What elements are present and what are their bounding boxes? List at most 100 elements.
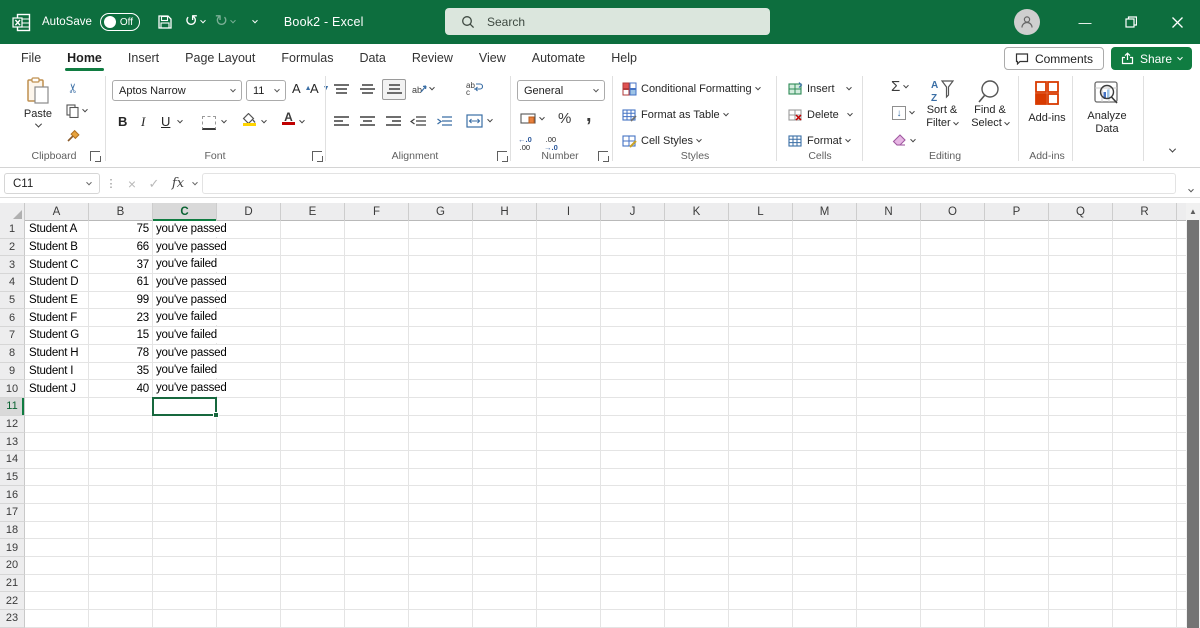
percent-style-button[interactable]: %: [558, 110, 571, 127]
paste-button[interactable]: Paste: [16, 77, 60, 149]
cell-B19[interactable]: [89, 539, 153, 558]
cell-O18[interactable]: [921, 521, 985, 540]
row-header-17[interactable]: 17: [0, 504, 25, 522]
cell-R6[interactable]: [1113, 309, 1177, 328]
cell-R11[interactable]: [1113, 397, 1177, 416]
cell-J18[interactable]: [601, 521, 665, 540]
cell-I14[interactable]: [537, 450, 601, 469]
cell-O14[interactable]: [921, 450, 985, 469]
cell-A19[interactable]: [25, 539, 89, 558]
cell-N2[interactable]: [857, 238, 921, 257]
row-header-15[interactable]: 15: [0, 468, 25, 487]
cell-partial-21[interactable]: [1177, 575, 1186, 593]
search-input[interactable]: Search: [445, 8, 770, 35]
row-header-21[interactable]: 21: [0, 574, 25, 593]
cell-G22[interactable]: [409, 592, 473, 611]
cell-Q10[interactable]: [1049, 380, 1113, 398]
cell-J12[interactable]: [601, 415, 665, 434]
cell-M7[interactable]: [793, 327, 857, 345]
copy-button[interactable]: [66, 104, 88, 118]
cell-K1[interactable]: [665, 221, 729, 239]
cell-K18[interactable]: [665, 521, 729, 540]
column-header-r[interactable]: R: [1113, 203, 1177, 221]
font-name-combo[interactable]: Aptos Narrow: [112, 80, 242, 101]
font-color-button[interactable]: A: [282, 111, 295, 125]
cell-D23[interactable]: [217, 610, 281, 628]
cell-Q22[interactable]: [1049, 592, 1113, 611]
cell-I8[interactable]: [537, 344, 601, 363]
cell-E2[interactable]: [281, 238, 345, 257]
cell-C10[interactable]: you've passed: [153, 380, 227, 398]
cell-R18[interactable]: [1113, 521, 1177, 540]
row-header-6[interactable]: 6: [0, 309, 25, 328]
cell-D15[interactable]: [217, 468, 281, 487]
cell-A21[interactable]: [25, 574, 89, 593]
cell-partial-3[interactable]: [1177, 256, 1186, 275]
cell-H5[interactable]: [473, 291, 537, 310]
cell-H8[interactable]: [473, 344, 537, 363]
add-ins-button[interactable]: Add-ins: [1024, 80, 1070, 125]
cell-R8[interactable]: [1113, 344, 1177, 363]
cell-H16[interactable]: [473, 486, 537, 504]
cell-L14[interactable]: [729, 450, 793, 469]
cell-B3[interactable]: 37: [89, 256, 153, 275]
cell-A5[interactable]: Student E: [25, 291, 89, 310]
cell-D2[interactable]: [217, 238, 281, 257]
row-header-19[interactable]: 19: [0, 539, 25, 558]
cell-P14[interactable]: [985, 450, 1049, 469]
cell-Q21[interactable]: [1049, 574, 1113, 593]
cell-H20[interactable]: [473, 557, 537, 575]
row-header-10[interactable]: 10: [0, 380, 25, 398]
cell-F8[interactable]: [345, 344, 409, 363]
cell-J11[interactable]: [601, 397, 665, 416]
cell-M12[interactable]: [793, 415, 857, 434]
cell-E7[interactable]: [281, 327, 345, 345]
cell-I5[interactable]: [537, 291, 601, 310]
cell-P1[interactable]: [985, 221, 1049, 239]
insert-function-dropdown[interactable]: [189, 173, 201, 194]
cell-C2[interactable]: you've passed: [153, 238, 227, 257]
cell-N11[interactable]: [857, 397, 921, 416]
cell-L3[interactable]: [729, 256, 793, 275]
clipboard-dialog-launcher[interactable]: [90, 151, 101, 162]
cell-K17[interactable]: [665, 504, 729, 522]
cell-F19[interactable]: [345, 539, 409, 558]
cell-Q4[interactable]: [1049, 274, 1113, 292]
cell-P22[interactable]: [985, 592, 1049, 611]
formula-input[interactable]: [202, 173, 1176, 194]
cell-K23[interactable]: [665, 610, 729, 628]
cell-F18[interactable]: [345, 521, 409, 540]
cell-K19[interactable]: [665, 539, 729, 558]
minimize-button[interactable]: —: [1062, 0, 1108, 44]
cell-P8[interactable]: [985, 344, 1049, 363]
sort-filter-button[interactable]: A Z Sort & Filter: [920, 78, 964, 130]
decrease-indent-button[interactable]: [410, 116, 426, 127]
account-avatar[interactable]: [1014, 9, 1040, 35]
cell-M18[interactable]: [793, 521, 857, 540]
increase-indent-button[interactable]: [436, 116, 452, 127]
cell-R9[interactable]: [1113, 362, 1177, 381]
name-box[interactable]: C11: [4, 173, 100, 194]
cell-B18[interactable]: [89, 521, 153, 540]
undo-button[interactable]: ↺: [180, 0, 210, 44]
enter-button[interactable]: ✓: [144, 173, 164, 194]
cell-E16[interactable]: [281, 486, 345, 504]
column-header-l[interactable]: L: [729, 203, 793, 221]
save-button[interactable]: [150, 0, 180, 44]
insert-cells-button[interactable]: Insert: [788, 82, 852, 96]
cell-F15[interactable]: [345, 468, 409, 487]
cell-C15[interactable]: [153, 468, 217, 487]
row-header-16[interactable]: 16: [0, 486, 25, 504]
cell-F23[interactable]: [345, 610, 409, 628]
cell-partial-10[interactable]: [1177, 380, 1186, 398]
cell-F7[interactable]: [345, 327, 409, 345]
font-size-combo[interactable]: 11: [246, 80, 286, 101]
cell-O23[interactable]: [921, 610, 985, 628]
cell-L17[interactable]: [729, 504, 793, 522]
cell-F17[interactable]: [345, 504, 409, 522]
cell-G12[interactable]: [409, 415, 473, 434]
row-header-5[interactable]: 5: [0, 291, 25, 310]
cell-partial-1[interactable]: [1177, 221, 1186, 239]
cell-C13[interactable]: [153, 433, 217, 451]
cell-A6[interactable]: Student F: [25, 309, 89, 328]
